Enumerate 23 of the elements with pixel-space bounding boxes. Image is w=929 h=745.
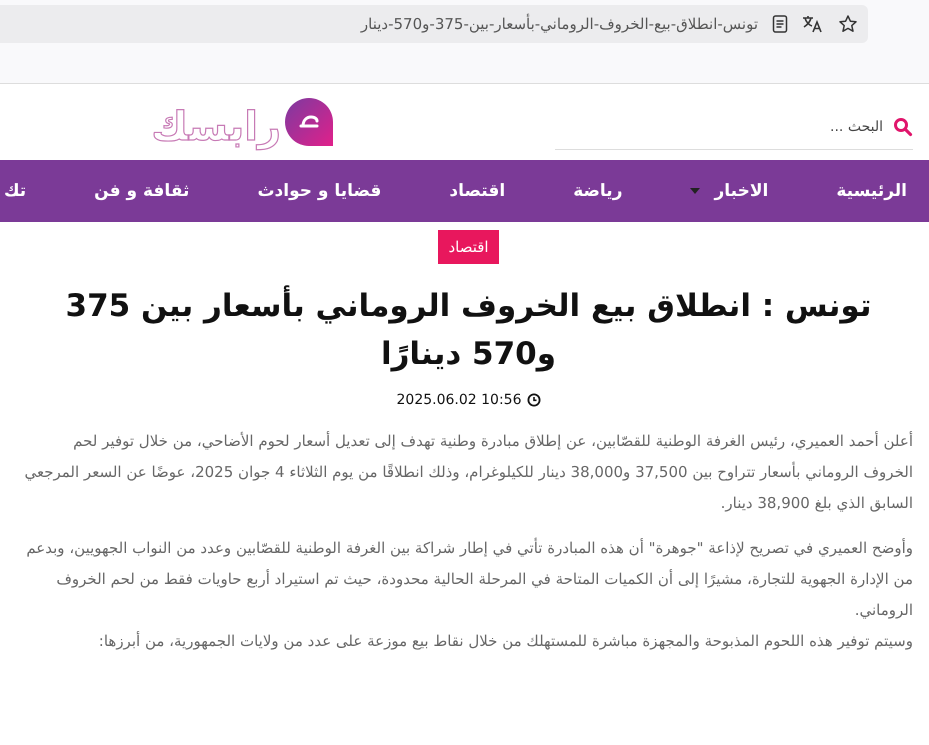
address-bar[interactable]: تونس-انطلاق-بيع-الخروف-الروماني-بأسعار-بين-375-و570-دينار	[0, 5, 868, 43]
translate-icon[interactable]	[802, 14, 824, 34]
nav-link[interactable]: تك	[0, 181, 48, 201]
star-icon[interactable]	[838, 14, 858, 34]
article-paragraph: أعلن أحمد العميري، رئيس الغرفة الوطنية للقصّابين، عن إطلاق مبادرة وطنية تهدف إلى تعديل أسعار لحوم الأضاحي، من خلال توفير لحم الخروف الروماني بأسعار تتراوح بين 37,500 و38,000 دينار للكيلوغرام، وذلك انطلاقًا من يوم الثلاثاء 4 جوان 2025، عوضًا عن السعر المرجعي السابق الذي بلغ 38,900 دينار.	[24, 430, 913, 514]
nav-link[interactable]: قضايا و حوادث	[211, 181, 404, 201]
nav-link[interactable]: اقتصاد	[403, 181, 528, 201]
reader-icon[interactable]	[772, 14, 788, 34]
article-title: تونس : انطلاق بيع الخروف الروماني بأسعار بين 375 و570 دينارًا	[24, 282, 913, 378]
search-field[interactable]: البحث ...	[555, 112, 883, 142]
nav-link[interactable]: الرئيسية	[790, 181, 929, 201]
nav-link[interactable]: ثقافة و فن	[48, 181, 212, 201]
nav-link[interactable]: رياضة	[527, 181, 644, 201]
nav-link[interactable]: الاخبار	[644, 181, 790, 201]
caret-icon	[690, 188, 700, 194]
article-paragraph: وسيتم توفير هذه اللحوم المذبوحة والمجهزة مباشرة للمستهلك من خلال نقاط بيع موزعة على عدد من ولايات الجمهورية، من أبرزها:	[98, 630, 913, 652]
logo-icon	[283, 96, 335, 148]
clock-icon	[526, 393, 540, 408]
category-badge[interactable]: اقتصاد	[438, 230, 499, 264]
publish-date: 10:56 2025.06.02	[396, 392, 522, 408]
url-text: تونس-انطلاق-بيع-الخروف-الروماني-بأسعار-بين-375-و570-دينار	[360, 15, 758, 33]
search-icon	[893, 116, 913, 136]
article-paragraph: وأوضح العميري في تصريح لإذاعة "جوهرة" أن هذه المبادرة تأتي في إطار شراكة بين الغرفة الوطنية للقصّابين وعدد من النواب الجهويين، وبدعم من الإدارة الجهوية للتجارة، مشيرًا إلى أن الكميات المتاحة في المرحلة الحالية محدودة، حيث تم استيراد أربع حاويات فقط من لحم الخروف الروماني.	[25, 536, 913, 622]
